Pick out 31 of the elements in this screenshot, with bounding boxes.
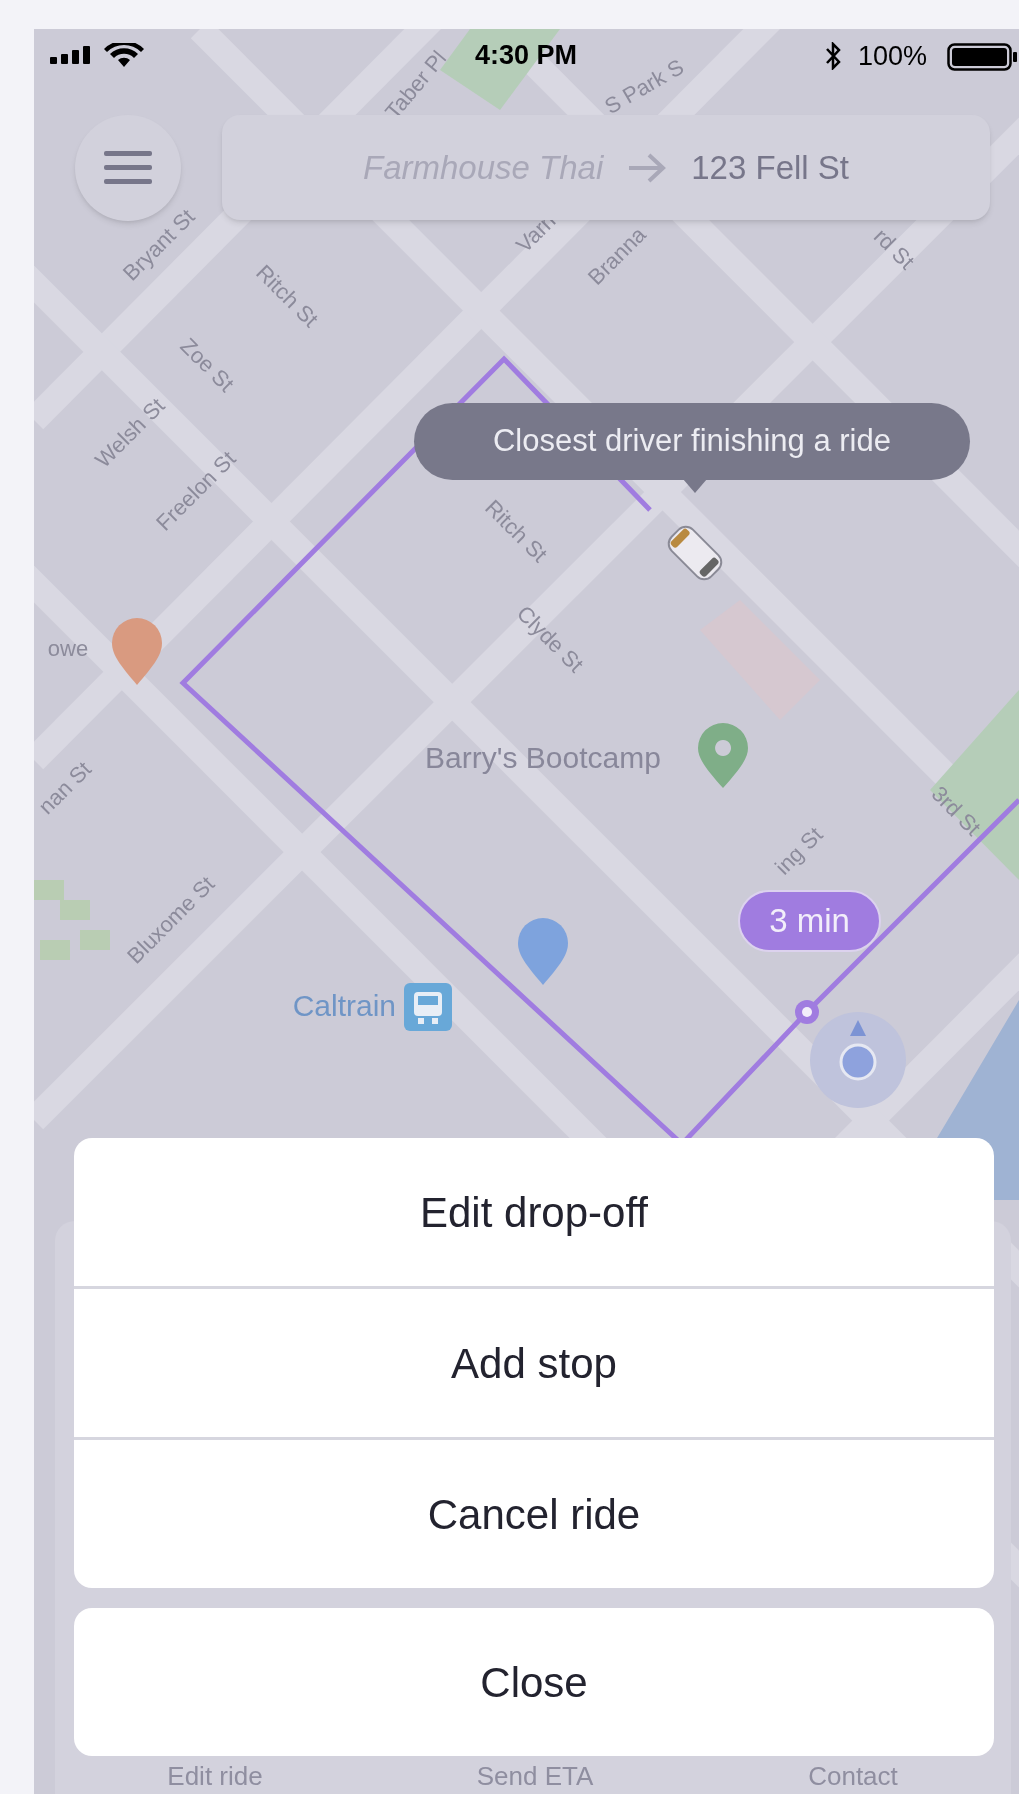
bluetooth-icon — [825, 42, 841, 70]
street-label: Zoe St — [175, 333, 239, 397]
street-label: 3rd St — [926, 781, 986, 841]
sheet-action-button[interactable]: Edit drop-off — [74, 1138, 994, 1286]
route-stop-dot — [795, 1000, 819, 1024]
street-label: ing St — [770, 822, 828, 880]
signal-icon — [50, 46, 92, 64]
arrow-right-icon — [627, 151, 668, 184]
battery-percentage: 100% — [858, 40, 928, 73]
eta-badge: 3 min — [738, 890, 881, 952]
place-label: Caltrain — [292, 988, 396, 1022]
status-time: 4:30 PM — [475, 39, 578, 72]
current-location-icon — [839, 1020, 877, 1081]
battery-icon — [947, 43, 1019, 71]
driver-tooltip: Closest driver finishing a ride — [414, 403, 970, 480]
street-label: owe — [47, 635, 89, 661]
menu-icon — [104, 151, 152, 185]
close-button[interactable]: Close — [74, 1608, 994, 1756]
map-pin-icon — [698, 723, 748, 788]
place-label: Barry's Bootcamp — [425, 740, 661, 774]
sheet-action-button[interactable]: Add stop — [74, 1289, 994, 1437]
wifi-icon — [104, 43, 144, 67]
sheet-action-button[interactable]: Cancel ride — [74, 1440, 994, 1588]
ride-action-button[interactable]: Contact — [753, 1760, 953, 1792]
tooltip-pointer — [683, 479, 707, 493]
street-label: rd St — [868, 223, 920, 275]
train-icon — [404, 983, 452, 1031]
ride-action-button[interactable]: Edit ride — [115, 1760, 315, 1792]
destination-text: 123 Fell St — [691, 147, 849, 188]
ride-action-button[interactable]: Send ETA — [435, 1760, 635, 1792]
street-label: nan St — [34, 756, 97, 820]
